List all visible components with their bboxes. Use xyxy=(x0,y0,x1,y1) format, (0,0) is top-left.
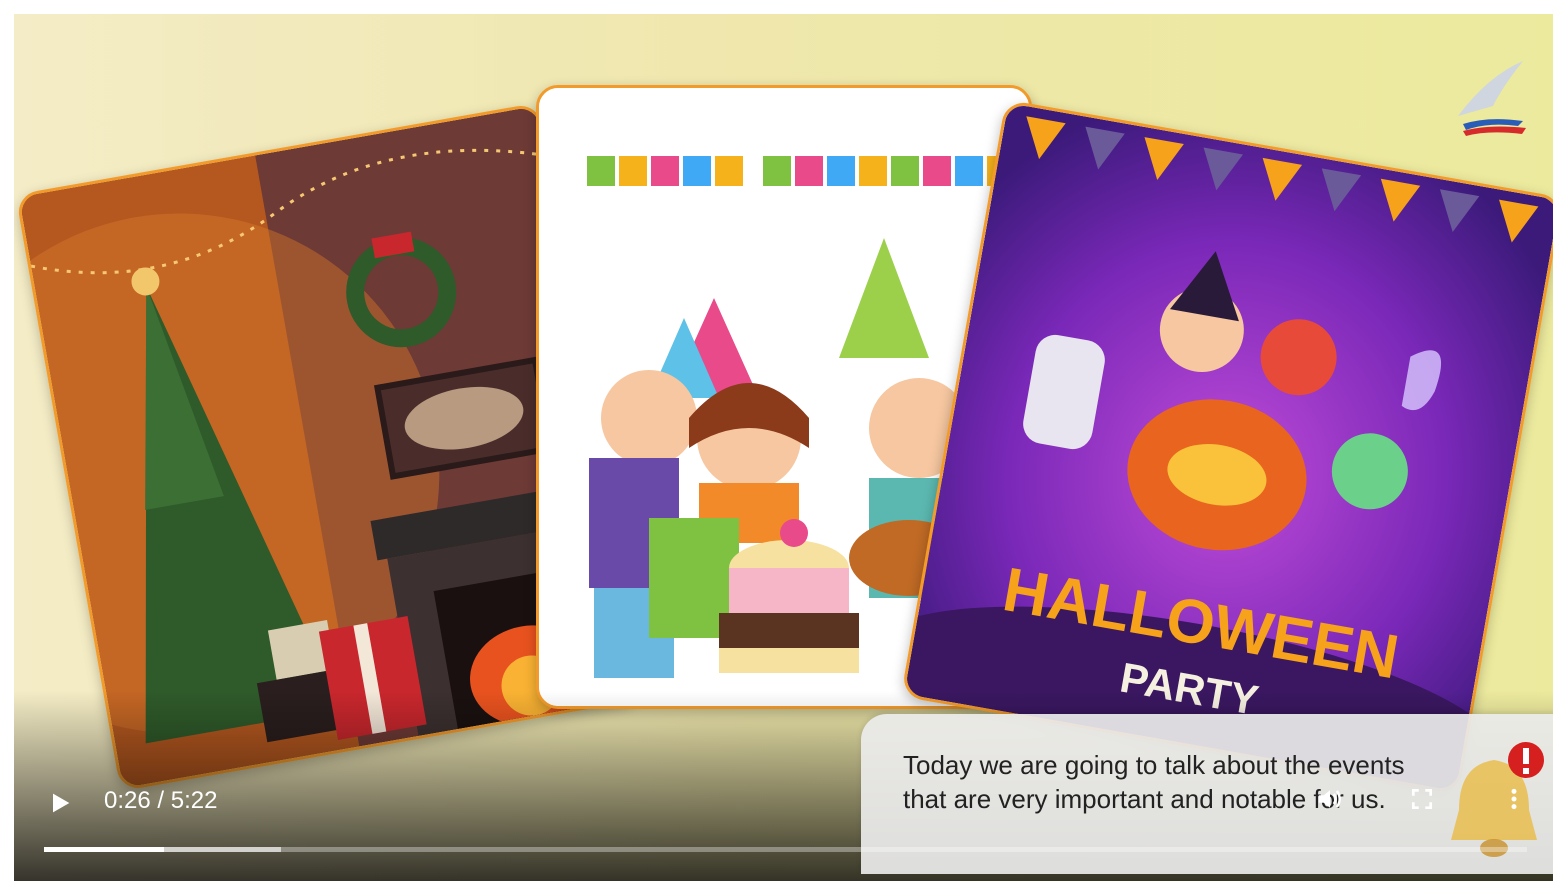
progress-track[interactable] xyxy=(44,847,1527,852)
fullscreen-button[interactable] xyxy=(1402,779,1442,819)
video-player[interactable]: HALLOWEEN PARTY Today we are going to ta… xyxy=(14,14,1553,881)
time-display: 0:26 / 5:22 xyxy=(104,787,217,815)
play-icon xyxy=(53,793,70,813)
more-options-button[interactable] xyxy=(1494,779,1534,819)
time-separator: / xyxy=(157,787,171,814)
halloween-card: HALLOWEEN PARTY xyxy=(900,99,1553,795)
progress-played xyxy=(44,847,164,852)
volume-icon xyxy=(1318,790,1341,808)
channel-logo-icon xyxy=(1448,46,1528,136)
fullscreen-icon xyxy=(1411,788,1433,810)
more-vert-icon xyxy=(1511,788,1517,810)
player-controls: 0:26 / 5:22 xyxy=(14,761,1553,881)
duration: 5:22 xyxy=(170,787,218,814)
volume-button[interactable] xyxy=(1310,779,1350,819)
current-time: 0:26 xyxy=(104,787,151,814)
play-button[interactable] xyxy=(42,785,78,821)
